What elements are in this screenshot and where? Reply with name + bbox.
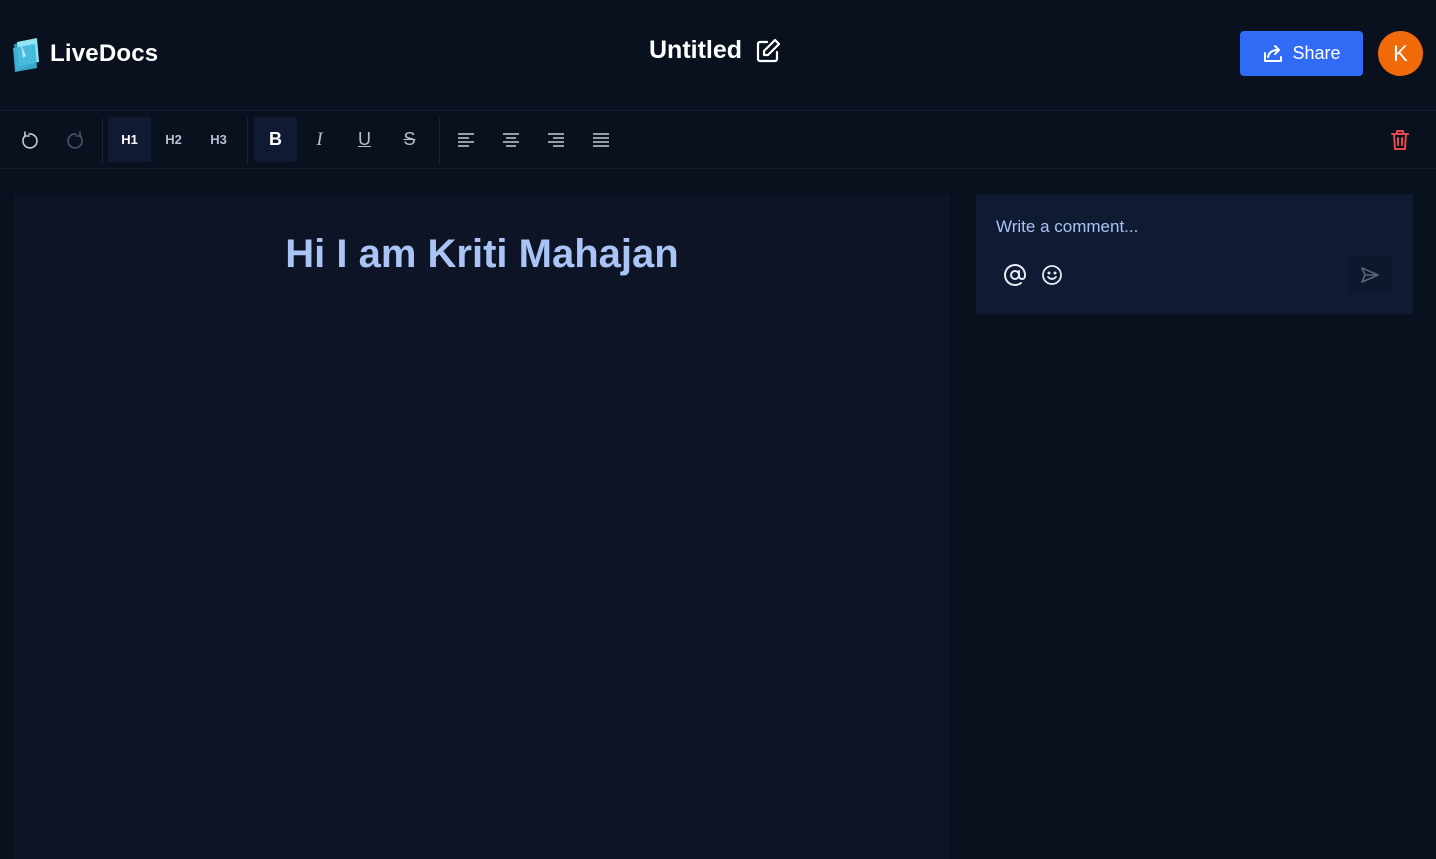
app-header: LiveDocs Untitled Share K <box>0 0 1436 111</box>
document-editor[interactable]: Hi I am Kriti Mahajan <box>14 194 950 859</box>
align-center-icon <box>502 132 519 147</box>
trash-icon[interactable] <box>1385 125 1415 155</box>
redo-icon <box>66 130 83 149</box>
align-left-icon <box>457 132 474 147</box>
send-button[interactable] <box>1348 256 1392 294</box>
at-icon[interactable] <box>1002 262 1028 288</box>
align-center-button[interactable] <box>489 117 532 162</box>
document-title-area: Untitled <box>649 36 782 65</box>
align-justify-button[interactable] <box>579 117 622 162</box>
undo-icon <box>21 130 38 149</box>
share-label: Share <box>1292 43 1341 63</box>
align-right-button[interactable] <box>534 117 577 162</box>
strikethrough-button[interactable]: S <box>388 117 431 162</box>
formatting-toolbar: H1 H2 H3 B I U S <box>0 112 1436 169</box>
align-left-button[interactable] <box>444 117 487 162</box>
send-icon <box>1361 267 1379 283</box>
heading-1-button[interactable]: H1 <box>108 117 151 162</box>
italic-button[interactable]: I <box>298 117 341 162</box>
heading-2-button[interactable]: H2 <box>152 117 195 162</box>
comment-composer <box>976 194 1413 314</box>
document-heading[interactable]: Hi I am Kriti Mahajan <box>14 232 950 277</box>
toolbar-divider <box>247 118 248 163</box>
logo[interactable]: LiveDocs <box>10 34 158 74</box>
align-right-icon <box>547 132 564 147</box>
share-icon <box>1264 44 1283 62</box>
align-justify-icon <box>592 132 609 147</box>
redo-button[interactable] <box>53 117 96 162</box>
user-avatar[interactable]: K <box>1378 31 1423 76</box>
emoji-icon[interactable] <box>1039 262 1065 288</box>
logo-icon <box>13 38 39 72</box>
bold-button[interactable]: B <box>254 117 297 162</box>
toolbar-divider <box>102 118 103 163</box>
share-button[interactable]: Share <box>1240 31 1363 76</box>
comment-input[interactable] <box>996 214 1376 240</box>
toolbar-divider <box>439 118 440 163</box>
document-title[interactable]: Untitled <box>649 36 742 65</box>
underline-button[interactable]: U <box>343 117 386 162</box>
edit-icon[interactable] <box>754 37 782 65</box>
heading-3-button[interactable]: H3 <box>197 117 240 162</box>
app-name: LiveDocs <box>50 40 159 67</box>
undo-button[interactable] <box>8 117 51 162</box>
